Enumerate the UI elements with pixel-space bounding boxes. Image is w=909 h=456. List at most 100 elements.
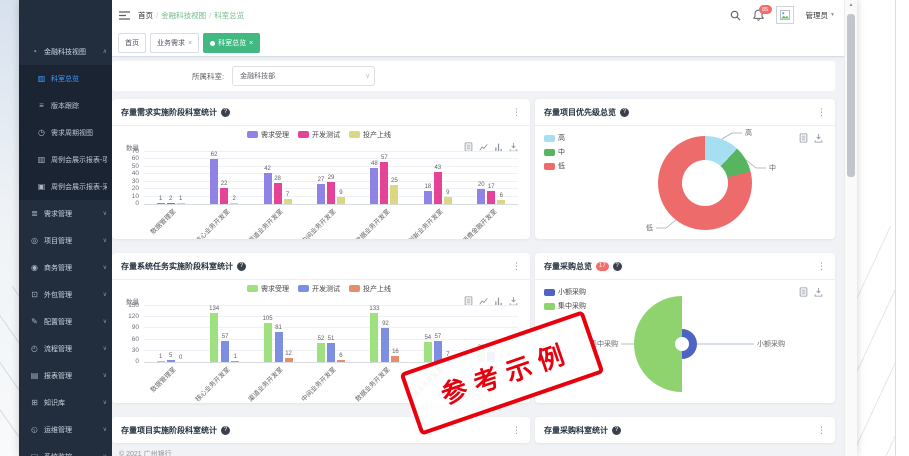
sidebar-collapse-icon[interactable]: [119, 11, 130, 20]
bar[interactable]: [424, 191, 432, 204]
sidebar-item[interactable]: ◷需求周期视图: [19, 119, 112, 146]
sidebar-item[interactable]: ▥科室总览: [19, 65, 112, 92]
bar[interactable]: [157, 361, 165, 362]
breadcrumb-item[interactable]: 科室总览: [214, 10, 244, 21]
scrollbar[interactable]: ▲: [844, 0, 857, 456]
more-icon[interactable]: ⋮: [512, 107, 521, 118]
sidebar-item[interactable]: ◴流程管理∨: [19, 335, 112, 362]
bar[interactable]: [327, 182, 335, 204]
page-margin-right: [857, 0, 909, 456]
sidebar-item[interactable]: ▣周例会展示报表-采购: [19, 173, 112, 200]
legend-item[interactable]: 开发测试: [298, 284, 340, 294]
department-select[interactable]: 金融科技部 ∨: [232, 66, 375, 86]
bar[interactable]: [220, 188, 228, 204]
bar-group: 485725: [358, 152, 411, 204]
bar[interactable]: [275, 332, 283, 362]
legend-item[interactable]: 需求受理: [247, 284, 289, 294]
sidebar-item[interactable]: ⊞知识库∨: [19, 389, 112, 416]
user-menu[interactable]: 管理员 ▼: [806, 10, 835, 21]
bar[interactable]: [477, 189, 485, 204]
bar[interactable]: [274, 183, 282, 204]
sidebar-item[interactable]: ◉商务管理∨: [19, 254, 112, 281]
bar-value-label: 2: [232, 196, 235, 202]
bar[interactable]: [157, 203, 165, 204]
bar[interactable]: [424, 342, 432, 362]
tab-item[interactable]: 首页: [118, 33, 146, 53]
tasks-icon: ≣: [29, 209, 40, 218]
bar[interactable]: [327, 343, 335, 362]
legend-item[interactable]: 需求受理: [247, 130, 289, 140]
help-icon[interactable]: ?: [237, 262, 246, 271]
bar[interactable]: [497, 200, 505, 204]
bar[interactable]: [167, 360, 175, 362]
globe-icon: ◉: [29, 263, 40, 272]
bar[interactable]: [285, 358, 293, 362]
more-icon[interactable]: ⋮: [512, 261, 521, 272]
bar[interactable]: [284, 199, 292, 204]
legend-item[interactable]: 投产上线: [349, 130, 391, 140]
sidebar-item[interactable]: ▤报表管理∨: [19, 362, 112, 389]
tab-item[interactable]: 业务需求×: [150, 33, 199, 53]
bar[interactable]: [167, 203, 175, 204]
bar[interactable]: [370, 313, 378, 362]
help-icon[interactable]: ?: [221, 426, 230, 435]
chevron-down-icon: ∨: [103, 426, 107, 433]
bar[interactable]: [210, 313, 218, 362]
scrollbar-thumb[interactable]: [847, 14, 855, 177]
legend-item[interactable]: 开发测试: [298, 130, 340, 140]
tab-active[interactable]: 科室总览×: [203, 33, 260, 53]
scroll-up-icon[interactable]: ▲: [845, 0, 857, 11]
more-icon[interactable]: ⋮: [817, 261, 826, 272]
bar[interactable]: [177, 203, 185, 204]
bar[interactable]: [434, 172, 442, 204]
bar[interactable]: [317, 184, 325, 204]
bar[interactable]: [370, 168, 378, 204]
bar-column: 9: [337, 152, 345, 204]
more-icon[interactable]: ⋮: [817, 107, 826, 118]
sidebar-item[interactable]: ◎项目管理∨: [19, 227, 112, 254]
sidebar-item[interactable]: ✎配置管理∨: [19, 308, 112, 335]
bar-group: 1339216: [358, 306, 411, 362]
tab-close-icon[interactable]: ×: [188, 40, 192, 47]
avatar[interactable]: [776, 6, 794, 24]
help-icon[interactable]: ?: [221, 108, 230, 117]
bar[interactable]: [230, 203, 238, 204]
bar[interactable]: [391, 356, 399, 362]
y-tick-label: 150: [128, 303, 139, 309]
sidebar-item[interactable]: ▢系统监控∨: [19, 443, 112, 456]
bar[interactable]: [390, 185, 398, 204]
bar[interactable]: [444, 197, 452, 204]
filter-label: 所属科室:: [192, 71, 224, 82]
bar[interactable]: [221, 341, 229, 362]
help-icon[interactable]: ?: [620, 108, 629, 117]
bar[interactable]: [337, 197, 345, 204]
search-icon[interactable]: [730, 10, 741, 21]
bar[interactable]: [317, 343, 325, 362]
sidebar-item[interactable]: ▥周例会展示报表-项目: [19, 146, 112, 173]
bar[interactable]: [210, 159, 218, 204]
help-icon[interactable]: ?: [612, 426, 621, 435]
legend-item[interactable]: 投产上线: [349, 284, 391, 294]
more-icon[interactable]: ⋮: [512, 425, 521, 436]
bar-column: 6: [497, 152, 505, 204]
card-title: 存量项目优先级总览: [544, 107, 616, 118]
bar[interactable]: [381, 328, 389, 362]
bar[interactable]: [264, 173, 272, 204]
help-icon[interactable]: ?: [613, 262, 622, 271]
sidebar-group-fintech-view[interactable]: ◔金融科技视图∧: [19, 38, 112, 65]
bar[interactable]: [487, 191, 495, 204]
tab-close-icon[interactable]: ×: [249, 40, 253, 47]
bar-value-label: 81: [275, 325, 282, 331]
notification-bell-icon[interactable]: 85: [753, 9, 764, 21]
ops-icon: ◵: [29, 425, 40, 434]
bar[interactable]: [337, 360, 345, 362]
sidebar-item[interactable]: ≣需求管理∨: [19, 200, 112, 227]
sidebar-item[interactable]: ≡版本跟踪: [19, 92, 112, 119]
sidebar-item[interactable]: ⊡外包管理∨: [19, 281, 112, 308]
more-icon[interactable]: ⋮: [817, 425, 826, 436]
bar[interactable]: [264, 323, 272, 362]
sidebar-item[interactable]: ◵运维管理∨: [19, 416, 112, 443]
breadcrumb-item[interactable]: 金融科技视图: [161, 10, 206, 21]
bar[interactable]: [380, 162, 388, 204]
bar[interactable]: [231, 361, 239, 362]
